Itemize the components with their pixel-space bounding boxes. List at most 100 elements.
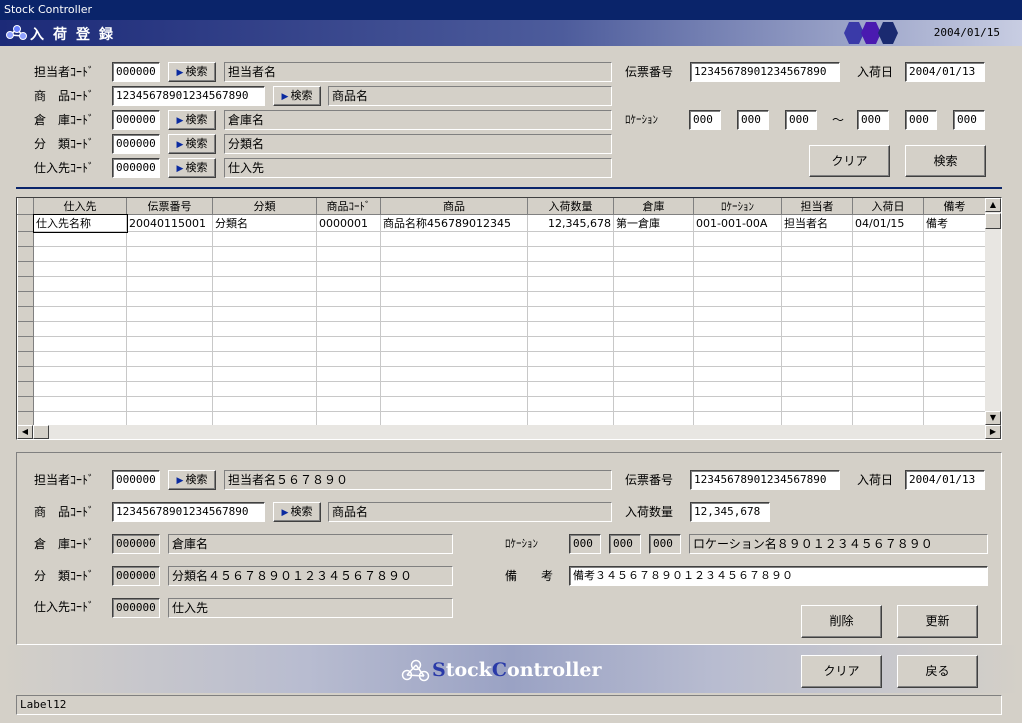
grid-cell[interactable]: 001-001-00A: [693, 214, 782, 232]
table-row[interactable]: [17, 306, 991, 322]
grid-cell[interactable]: [613, 246, 694, 262]
column-header[interactable]: 入荷日: [852, 198, 924, 215]
grid-cell[interactable]: [923, 231, 986, 247]
grid-cell[interactable]: [212, 366, 317, 382]
grid-cell[interactable]: [33, 246, 127, 262]
table-row[interactable]: [17, 381, 991, 397]
scroll-right-icon[interactable]: ▶: [985, 425, 1001, 439]
grid-cell[interactable]: [33, 231, 127, 247]
grid-cell[interactable]: [527, 261, 614, 277]
search-loc-from-2[interactable]: 000: [737, 110, 769, 130]
search-clear-button[interactable]: クリア: [809, 145, 890, 177]
search-tanto-button[interactable]: ▶ 検索: [168, 62, 216, 82]
search-loc-to-2[interactable]: 000: [905, 110, 937, 130]
column-header[interactable]: 伝票番号: [126, 198, 213, 215]
grid-cell[interactable]: [852, 246, 924, 262]
back-button[interactable]: 戻る: [897, 655, 978, 688]
grid-cell[interactable]: [380, 366, 528, 382]
grid-cell[interactable]: [33, 336, 127, 352]
search-shiire-button[interactable]: ▶ 検索: [168, 158, 216, 178]
grid-cell[interactable]: [212, 246, 317, 262]
grid-cell[interactable]: [212, 336, 317, 352]
grid-cell[interactable]: [613, 351, 694, 367]
column-header[interactable]: 備考: [923, 198, 986, 215]
grid-cell[interactable]: [693, 231, 782, 247]
grid-cell[interactable]: [380, 306, 528, 322]
search-nyuka-input[interactable]: 2004/01/13: [905, 62, 985, 82]
grid-cell[interactable]: [126, 246, 213, 262]
grid-cell[interactable]: [852, 291, 924, 307]
grid-cell[interactable]: [613, 291, 694, 307]
footer-clear-button[interactable]: クリア: [801, 655, 882, 688]
grid-cell[interactable]: [380, 396, 528, 412]
grid-cell[interactable]: [527, 381, 614, 397]
grid-cell[interactable]: [781, 306, 853, 322]
search-shohin-button[interactable]: ▶ 検索: [273, 86, 321, 106]
grid-cell[interactable]: [126, 366, 213, 382]
row-header[interactable]: [17, 381, 34, 397]
grid-cell[interactable]: [33, 396, 127, 412]
grid-cell[interactable]: [693, 261, 782, 277]
grid-cell[interactable]: [613, 321, 694, 337]
grid-cell[interactable]: [380, 291, 528, 307]
grid-cell[interactable]: [923, 276, 986, 292]
grid-cell[interactable]: [923, 351, 986, 367]
grid-cell[interactable]: [781, 246, 853, 262]
search-find-button[interactable]: 検索: [905, 145, 986, 177]
grid-cell[interactable]: [212, 306, 317, 322]
search-loc-to-1[interactable]: 000: [857, 110, 889, 130]
grid-cell[interactable]: [527, 291, 614, 307]
grid-cell[interactable]: [33, 321, 127, 337]
table-row[interactable]: [17, 246, 991, 262]
grid-cell[interactable]: [781, 366, 853, 382]
column-header[interactable]: 仕入先: [33, 198, 127, 215]
grid-cell[interactable]: [33, 366, 127, 382]
grid-cell[interactable]: [527, 351, 614, 367]
grid-cell[interactable]: [212, 261, 317, 277]
grid-cell[interactable]: 12,345,678: [527, 214, 614, 232]
column-header[interactable]: 入荷数量: [527, 198, 614, 215]
grid-cell[interactable]: [126, 291, 213, 307]
grid-cell[interactable]: [316, 246, 381, 262]
update-button[interactable]: 更新: [897, 605, 978, 638]
table-row[interactable]: [17, 396, 991, 412]
grid-cell[interactable]: [923, 246, 986, 262]
grid-cell[interactable]: [923, 396, 986, 412]
table-row[interactable]: [17, 366, 991, 382]
detail-shohin-search-button[interactable]: ▶ 検索: [273, 502, 321, 522]
grid-cell[interactable]: [380, 261, 528, 277]
grid-cell[interactable]: [316, 276, 381, 292]
grid-cell[interactable]: [613, 396, 694, 412]
grid-cell[interactable]: [126, 396, 213, 412]
grid-cell[interactable]: [126, 336, 213, 352]
grid-cell[interactable]: [923, 336, 986, 352]
grid-cell[interactable]: [527, 276, 614, 292]
grid-cell[interactable]: 備考: [923, 214, 986, 232]
grid-cell[interactable]: [316, 231, 381, 247]
row-header[interactable]: [17, 276, 34, 292]
search-loc-to-3[interactable]: 000: [953, 110, 985, 130]
search-bunrui-button[interactable]: ▶ 検索: [168, 134, 216, 154]
grid-cell[interactable]: [781, 396, 853, 412]
grid-cell[interactable]: [126, 321, 213, 337]
grid-cell[interactable]: [126, 351, 213, 367]
row-header[interactable]: [17, 366, 34, 382]
search-soko-code-input[interactable]: 000000: [112, 110, 160, 130]
grid-cell[interactable]: [852, 351, 924, 367]
grid-cell[interactable]: [852, 321, 924, 337]
grid-cell[interactable]: [923, 381, 986, 397]
row-header[interactable]: [17, 351, 34, 367]
grid-cell[interactable]: 仕入先名称: [32, 213, 128, 233]
grid-cell[interactable]: [923, 306, 986, 322]
grid-cell[interactable]: 担当者名: [781, 214, 853, 232]
grid-cell[interactable]: [316, 261, 381, 277]
grid-cell[interactable]: [212, 231, 317, 247]
grid-cell[interactable]: [852, 306, 924, 322]
grid-cell[interactable]: [33, 261, 127, 277]
grid-cell[interactable]: [380, 321, 528, 337]
grid-cell[interactable]: [693, 381, 782, 397]
scroll-up-icon[interactable]: ▲: [985, 198, 1001, 212]
table-row[interactable]: [17, 276, 991, 292]
grid-cell[interactable]: [33, 306, 127, 322]
search-loc-from-3[interactable]: 000: [785, 110, 817, 130]
